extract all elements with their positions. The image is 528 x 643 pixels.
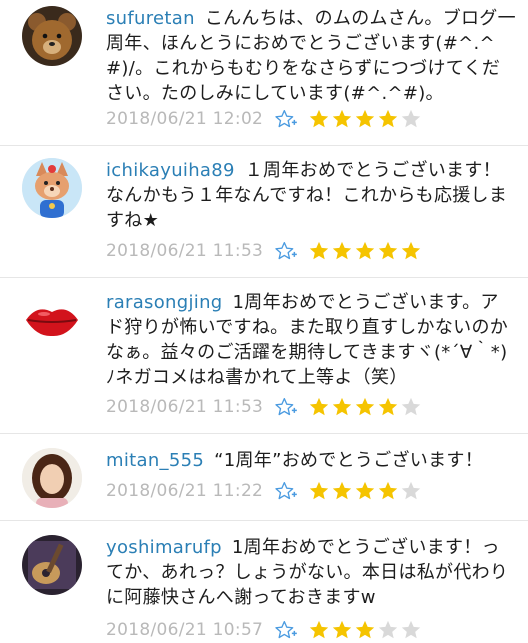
comment-item: sufuretan こんんちは、のムのムさん。ブログ一周年、ほんとうにおめでとうご… [0,0,528,146]
username-link[interactable]: mitan_555 [106,450,204,471]
comment-timestamp: 2018/06/21 11:53 [106,241,264,261]
username-link[interactable]: rarasongjing [106,292,223,313]
star-filled-icon [331,619,353,641]
add-star-icon[interactable] [274,481,298,501]
star-filled-icon [308,619,330,641]
star-filled-icon [400,240,422,262]
woman-portrait-avatar[interactable] [22,448,82,508]
username-link[interactable]: ichikayuiha89 [106,160,235,181]
star-filled-icon [308,240,330,262]
star-rating [308,480,423,502]
star-filled-icon [354,108,376,130]
star-empty-icon [377,619,399,641]
star-empty-icon [400,108,422,130]
add-star-icon[interactable] [274,620,298,640]
comment-item: mitan_555 “1周年”おめでとうございます！ 2018/06/21 11:… [0,434,528,521]
comment-item: rarasongjing 1周年おめでとうございます。アド狩りが怖いですね。また取… [0,278,528,434]
star-filled-icon [331,396,353,418]
comment-item: yoshimarufp 1周年おめでとうございます！ってか、あれっ？しょうがない。… [0,521,528,640]
star-rating [308,240,423,262]
teddy-bear-avatar[interactable] [22,6,82,66]
comment-body: “1周年”おめでとうございます！ [214,450,483,471]
comment-text: ichikayuiha89 １周年おめでとうございます！なんかもう１年なんですね！… [106,158,516,233]
star-rating [308,108,423,130]
comment-item: ichikayuiha89 １周年おめでとうございます！なんかもう１年なんですね！… [0,146,528,278]
comment-timestamp: 2018/06/21 11:53 [106,397,264,417]
star-filled-icon [354,619,376,641]
star-filled-icon [308,108,330,130]
guitar-photo-avatar[interactable] [22,535,82,595]
star-filled-icon [354,480,376,502]
star-filled-icon [308,396,330,418]
cartoon-dog-avatar[interactable] [22,158,82,218]
comment-text: rarasongjing 1周年おめでとうございます。アド狩りが怖いですね。また取… [106,290,516,390]
star-empty-icon [400,619,422,641]
comment-text: yoshimarufp 1周年おめでとうございます！ってか、あれっ？しょうがない。… [106,535,516,610]
star-filled-icon [354,396,376,418]
comment-text: mitan_555 “1周年”おめでとうございます！ [106,448,516,473]
star-filled-icon [331,240,353,262]
star-rating [308,619,423,641]
star-filled-icon [377,108,399,130]
star-rating [308,396,423,418]
star-filled-icon [377,480,399,502]
star-filled-icon [354,240,376,262]
star-filled-icon [308,480,330,502]
star-empty-icon [400,480,422,502]
star-filled-icon [377,240,399,262]
add-star-icon[interactable] [274,241,298,261]
star-filled-icon [377,396,399,418]
add-star-icon[interactable] [274,397,298,417]
username-link[interactable]: sufuretan [106,8,195,29]
star-empty-icon [400,396,422,418]
comment-list: sufuretan こんんちは、のムのムさん。ブログ一周年、ほんとうにおめでとうご… [0,0,528,640]
red-lips-avatar[interactable] [22,290,82,350]
comment-timestamp: 2018/06/21 11:22 [106,481,264,501]
username-link[interactable]: yoshimarufp [106,537,222,558]
comment-timestamp: 2018/06/21 10:57 [106,620,264,640]
star-filled-icon [331,480,353,502]
star-filled-icon [331,108,353,130]
comment-timestamp: 2018/06/21 12:02 [106,109,264,129]
add-star-icon[interactable] [274,109,298,129]
comment-text: sufuretan こんんちは、のムのムさん。ブログ一周年、ほんとうにおめでとうご… [106,6,516,106]
